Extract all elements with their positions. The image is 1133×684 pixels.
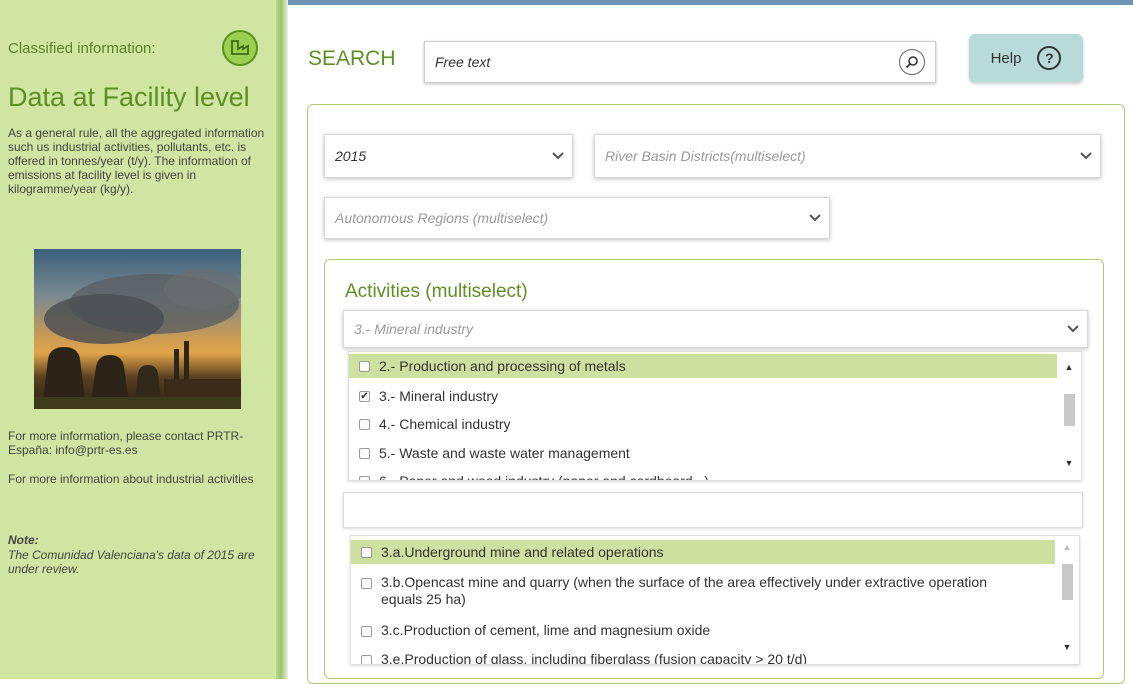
list-item-label: 3.c.Production of cement, lime and magne… [381, 622, 711, 638]
list-item-label: 3.a.Underground mine and related operati… [381, 543, 664, 560]
search-box [424, 41, 936, 83]
list-item[interactable]: 3.c.Production of cement, lime and magne… [351, 622, 1055, 644]
activities-selected-value: 3.- Mineral industry [354, 321, 474, 337]
list-item-label: 5.- Waste and waste water management [379, 445, 630, 461]
chevron-down-icon [544, 152, 572, 160]
help-button[interactable]: Help ? [969, 34, 1083, 82]
checkbox[interactable] [361, 578, 372, 589]
checkbox[interactable] [359, 390, 370, 402]
checkbox[interactable] [361, 655, 372, 664]
list-item[interactable]: 6.- Paper and wood industry (paper and c… [349, 469, 1057, 481]
year-value: 2015 [335, 148, 367, 164]
scroll-thumb[interactable] [1064, 394, 1075, 426]
river-basin-placeholder: River Basin Districts(multiselect) [605, 148, 806, 164]
classified-info-label: Classified information: [8, 40, 156, 57]
help-label: Help [990, 49, 1022, 67]
checkbox[interactable] [361, 546, 372, 558]
sidebar-description: As a general rule, all the aggregated in… [8, 126, 265, 196]
list-item[interactable]: 3.- Mineral industry [349, 384, 1057, 408]
list-item-label: 3.b.Opencast mine and quarry (when the s… [381, 574, 987, 607]
page-title: Data at Facility level [8, 82, 250, 112]
year-select[interactable]: 2015 [324, 134, 573, 178]
checkbox[interactable] [359, 360, 370, 372]
scrollbar[interactable]: ▲ ▼ [1055, 536, 1079, 664]
scroll-up-icon[interactable]: ▲ [1062, 542, 1072, 552]
river-basin-select[interactable]: River Basin Districts(multiselect) [594, 134, 1101, 178]
list-item-label: 2.- Production and processing of metals [379, 358, 626, 374]
list-item[interactable]: 2.- Production and processing of metals [349, 354, 1057, 378]
list-item-label: 3.e.Production of glass, including fiber… [381, 651, 808, 665]
checkbox[interactable] [361, 626, 372, 637]
checkbox[interactable] [359, 475, 370, 480]
industrial-activities-link[interactable]: For more information about industrial ac… [8, 472, 270, 486]
scroll-up-icon[interactable]: ▲ [1064, 362, 1074, 372]
list-item-label: 4.- Chemical industry [379, 416, 511, 432]
note-label: Note: [8, 533, 39, 547]
sidebar-divider [276, 0, 288, 679]
scroll-down-icon[interactable]: ▼ [1064, 458, 1074, 468]
activities-list[interactable]: 2.- Production and processing of metals … [348, 351, 1082, 481]
list-item-label: 6.- Paper and wood industry (paper and c… [379, 473, 709, 481]
sub-activities-list[interactable]: 3.a.Underground mine and related operati… [350, 535, 1080, 665]
checkbox[interactable] [359, 418, 370, 430]
scroll-down-icon[interactable]: ▼ [1062, 642, 1072, 652]
list-item[interactable]: 5.- Waste and waste water management [349, 441, 1057, 465]
regions-select[interactable]: Autonomous Regions (multiselect) [324, 197, 830, 239]
checkbox[interactable] [359, 447, 370, 459]
note-text: The Comunidad Valenciana's data of 2015 … [8, 548, 255, 576]
list-item[interactable]: 4.- Chemical industry [349, 412, 1057, 436]
list-item[interactable]: 3.b.Opencast mine and quarry (when the s… [351, 574, 1055, 614]
scroll-thumb[interactable] [1062, 564, 1073, 600]
regions-placeholder: Autonomous Regions (multiselect) [335, 210, 549, 226]
search-label: SEARCH [308, 47, 396, 70]
activities-title: Activities (multiselect) [345, 281, 528, 302]
search-icon[interactable] [899, 49, 925, 75]
power-plant-image [34, 249, 241, 409]
sidebar: Classified information: Data at Facility… [0, 0, 276, 679]
list-item[interactable]: 3.e.Production of glass, including fiber… [351, 651, 1055, 665]
sub-activity-search-field[interactable] [344, 493, 1086, 529]
sub-activity-filter-input[interactable] [343, 492, 1086, 529]
activities-select[interactable]: 3.- Mineral industry [343, 310, 1088, 348]
search-input[interactable] [425, 41, 899, 83]
contact-info: For more information, please contact PRT… [8, 429, 244, 457]
list-item-label: 3.- Mineral industry [379, 388, 499, 404]
scrollbar[interactable]: ▲ ▼ [1057, 352, 1081, 480]
question-icon: ? [1037, 46, 1062, 70]
chevron-down-icon [1059, 325, 1087, 333]
top-border [288, 0, 1133, 5]
factory-icon[interactable] [222, 30, 258, 66]
chevron-down-icon [1072, 152, 1100, 160]
list-item[interactable]: 3.a.Underground mine and related operati… [351, 540, 1055, 564]
chevron-down-icon [801, 214, 829, 222]
